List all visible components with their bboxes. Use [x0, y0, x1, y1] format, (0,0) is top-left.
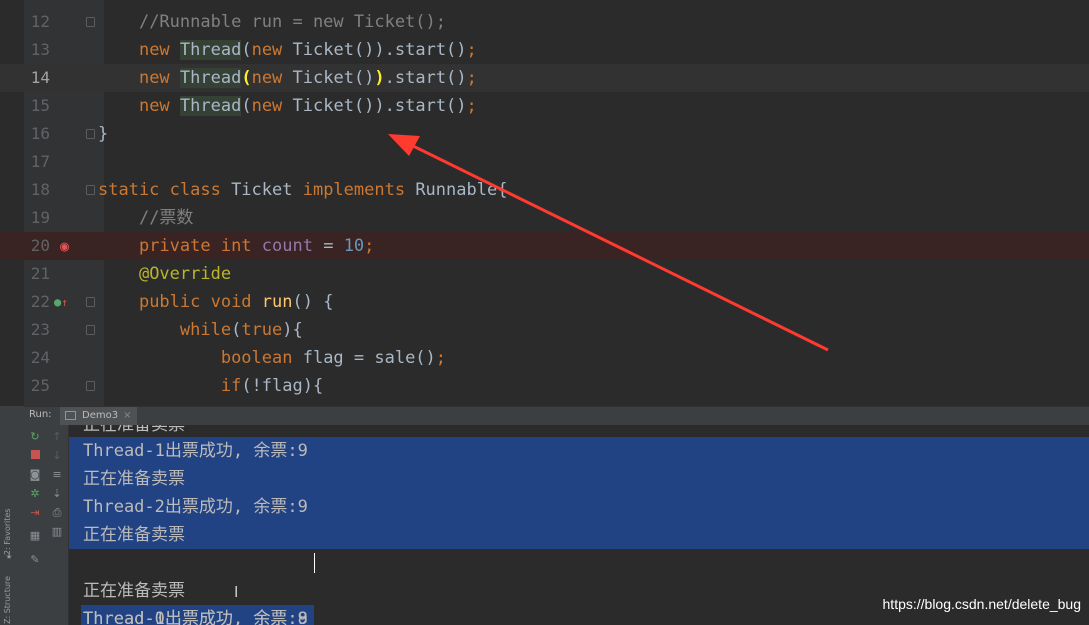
annotation-arrow-head	[388, 134, 420, 156]
annotation-arrow	[388, 134, 829, 352]
annotation-arrow-shaft	[404, 140, 829, 352]
watermark: https://blog.csdn.net/delete_bug	[882, 596, 1081, 612]
